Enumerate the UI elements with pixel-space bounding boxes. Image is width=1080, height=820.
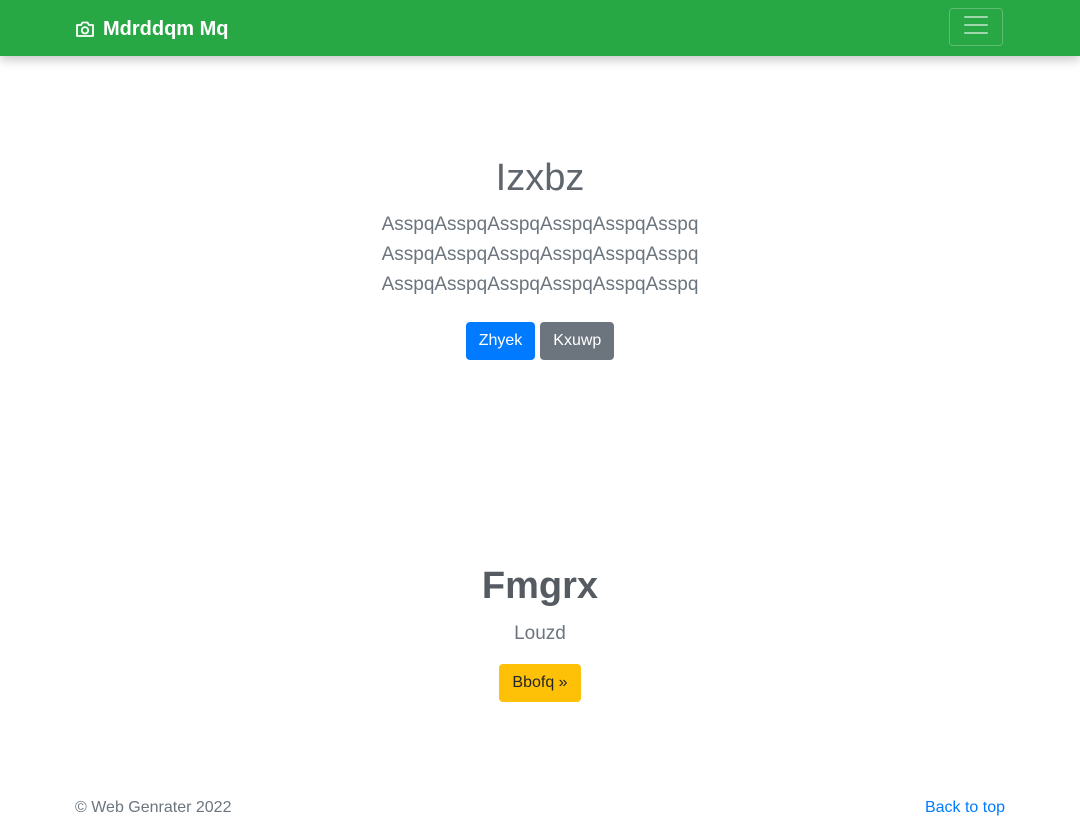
footer-copyright: © Web Genrater 2022 bbox=[75, 799, 232, 816]
navbar-toggler-button[interactable] bbox=[949, 8, 1003, 46]
back-to-top-link[interactable]: Back to top bbox=[925, 798, 1005, 818]
navbar: Mdrddqm Mq bbox=[0, 0, 1080, 56]
hero-section: Izxbz AsspqAsspqAsspqAsspqAsspqAsspq Ass… bbox=[0, 150, 1080, 360]
feature-subtitle: Louzd bbox=[514, 623, 566, 644]
feature-button-wrap: Bbofq » bbox=[0, 664, 1080, 702]
navbar-brand[interactable]: Mdrddqm Mq bbox=[75, 15, 229, 43]
brand-label: Mdrddqm Mq bbox=[103, 18, 229, 40]
hero-title: Izxbz bbox=[495, 157, 585, 199]
feature-title: Fmgrx bbox=[481, 565, 599, 607]
hero-button-group: Zhyek Kxuwp bbox=[0, 322, 1080, 360]
hero-lead: AsspqAsspqAsspqAsspqAsspqAsspq AsspqAssp… bbox=[381, 214, 699, 295]
hamburger-menu-icon bbox=[961, 10, 991, 45]
camera-icon bbox=[75, 20, 95, 38]
feature-button[interactable]: Bbofq » bbox=[499, 664, 581, 702]
primary-button[interactable]: Zhyek bbox=[465, 322, 536, 360]
feature-section: Fmgrx Louzd Bbofq » bbox=[0, 560, 1080, 702]
secondary-button[interactable]: Kxuwp bbox=[540, 322, 615, 360]
